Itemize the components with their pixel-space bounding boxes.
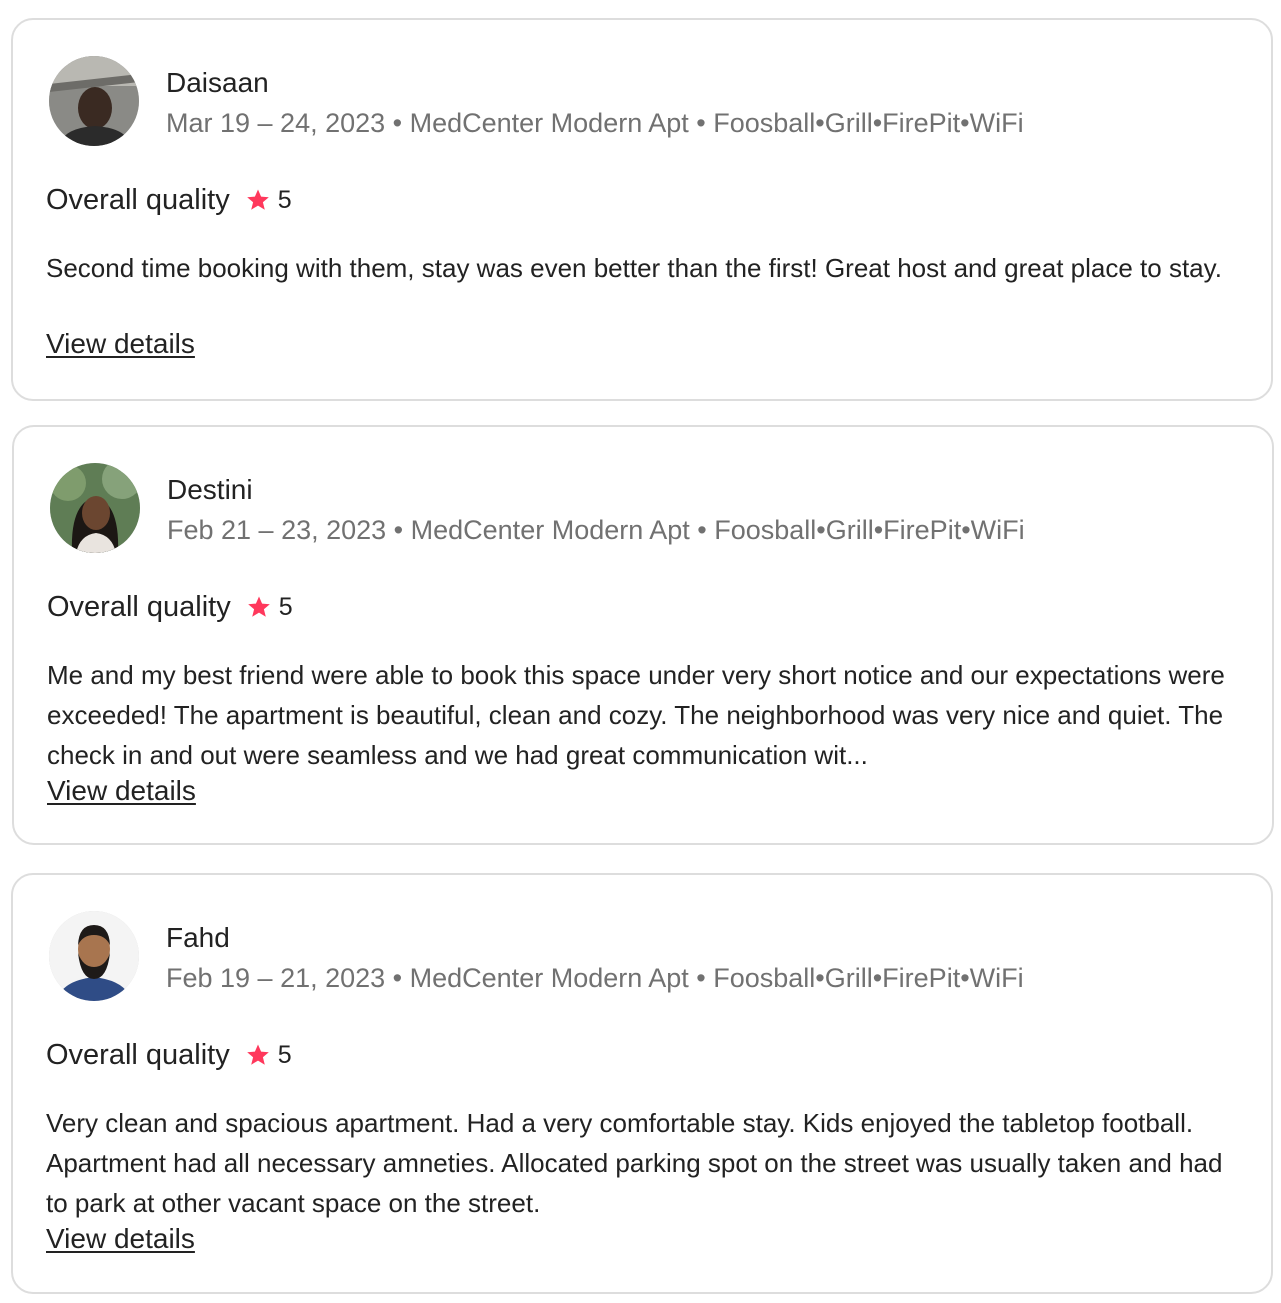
reviewer-name: Daisaan — [166, 67, 269, 98]
review-text: Me and my best friend were able to book … — [47, 660, 1225, 770]
rating-value: 5 — [277, 1040, 292, 1069]
rating-label: Overall quality — [46, 183, 230, 216]
avatar[interactable] — [50, 463, 140, 553]
reviewer-name: Fahd — [166, 922, 230, 953]
view-details-link[interactable]: View details — [46, 1223, 195, 1255]
stay-details: Feb 19 – 21, 2023 • MedCenter Modern Apt… — [166, 963, 1024, 993]
rating-value: 5 — [277, 185, 292, 214]
review-text: Very clean and spacious apartment. Had a… — [46, 1108, 1223, 1218]
stay-details: Feb 21 – 23, 2023 • MedCenter Modern Apt… — [167, 515, 1025, 545]
avatar[interactable] — [49, 56, 139, 146]
reviewer-name: Destini — [167, 474, 253, 505]
view-details-link[interactable]: View details — [46, 328, 195, 360]
review-text: Second time booking with them, stay was … — [46, 253, 1222, 283]
view-details-link[interactable]: View details — [47, 775, 196, 807]
avatar[interactable] — [49, 911, 139, 1001]
user-photo-icon — [49, 56, 139, 146]
review-card: Daisaan Mar 19 – 24, 2023 • MedCenter Mo… — [11, 18, 1273, 401]
rating-value: 5 — [278, 592, 293, 621]
rating-row: Overall quality 5 — [46, 180, 292, 220]
rating-row: Overall quality 5 — [46, 1035, 292, 1075]
stay-details: Mar 19 – 24, 2023 • MedCenter Modern Apt… — [166, 108, 1024, 138]
review-card: Fahd Feb 19 – 21, 2023 • MedCenter Moder… — [11, 873, 1273, 1294]
rating-label: Overall quality — [47, 590, 231, 623]
user-photo-icon — [50, 463, 140, 553]
rating-label: Overall quality — [46, 1038, 230, 1071]
rating-row: Overall quality 5 — [47, 587, 293, 627]
review-card: Destini Feb 21 – 23, 2023 • MedCenter Mo… — [12, 425, 1274, 845]
star-icon — [246, 1044, 269, 1065]
star-icon — [246, 189, 269, 210]
user-photo-icon — [49, 911, 139, 1001]
star-icon — [247, 596, 270, 617]
